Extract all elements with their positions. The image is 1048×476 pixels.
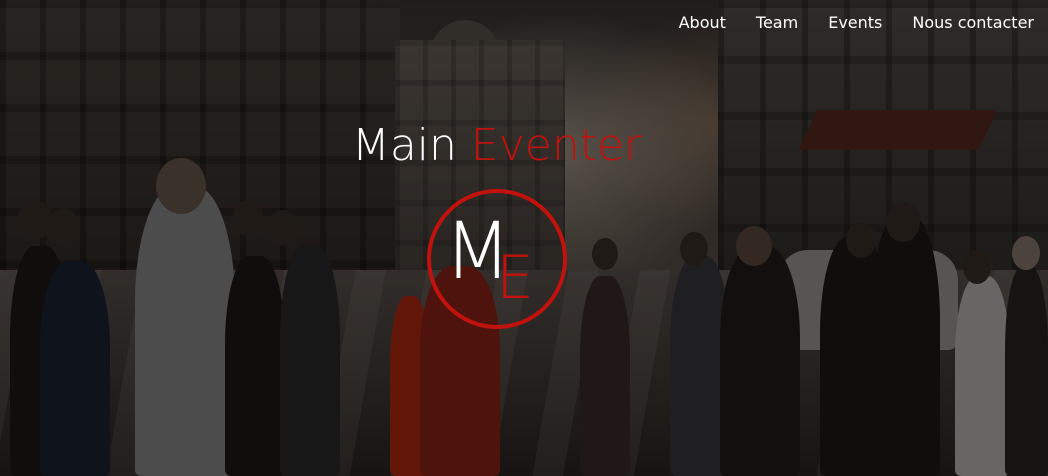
brand-logo: M E	[424, 186, 570, 332]
nav-link-team[interactable]: Team	[756, 13, 798, 33]
nav-link-contact[interactable]: Nous contacter	[912, 13, 1034, 33]
logo-letter-e: E	[496, 243, 534, 313]
hero-title-accent: Eventer	[470, 120, 643, 171]
hero-title: Main Eventer	[0, 120, 994, 172]
hero-title-main: Main	[351, 120, 457, 171]
hero-section: About Team Events Nous contacter Main Ev…	[0, 0, 1048, 476]
nav-link-events[interactable]: Events	[828, 13, 882, 33]
top-nav: About Team Events Nous contacter	[679, 13, 1034, 33]
logo-mark: M E	[427, 189, 567, 329]
nav-link-about[interactable]: About	[679, 13, 726, 33]
